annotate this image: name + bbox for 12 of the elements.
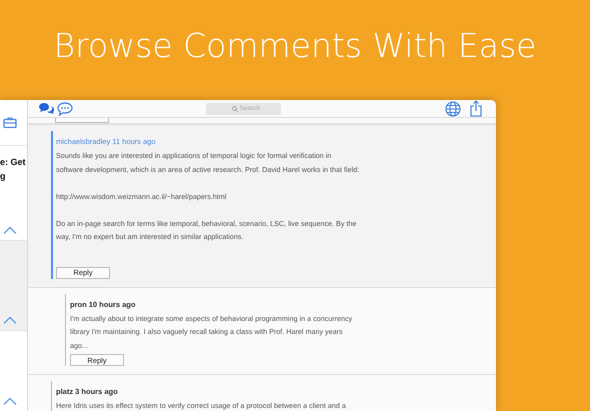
briefcase-icon[interactable] (3, 117, 17, 128)
chevron-up-icon[interactable] (3, 316, 17, 324)
headline: Browse Comments With Ease (54, 26, 536, 67)
sidebar-item-title: g (0, 170, 6, 183)
sidebar-item-title: e: Get (0, 156, 27, 169)
search-icon (232, 106, 238, 112)
globe-icon[interactable] (445, 100, 461, 116)
chevron-up-icon[interactable] (3, 226, 17, 234)
speech-bubble-icon[interactable] (57, 102, 73, 116)
share-icon[interactable] (470, 100, 482, 117)
chevron-up-icon[interactable] (3, 397, 17, 405)
chat-bubbles-icon[interactable] (38, 102, 54, 115)
